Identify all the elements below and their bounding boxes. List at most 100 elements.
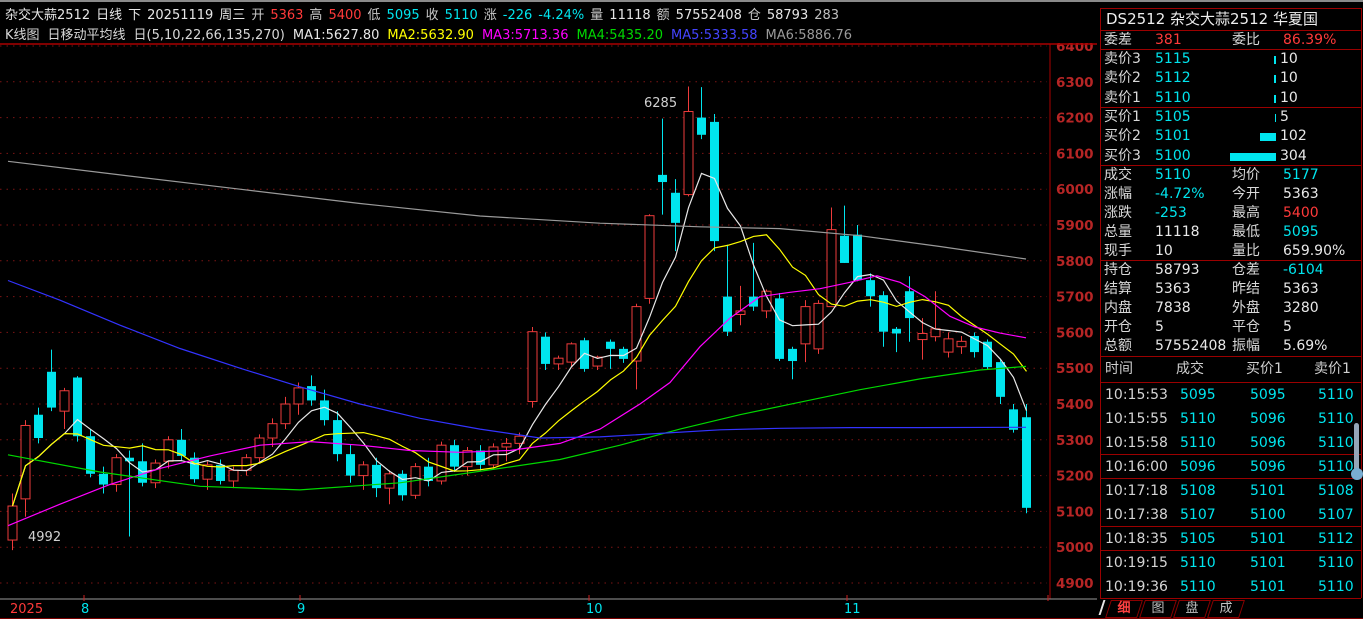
candle xyxy=(684,86,693,196)
stat-label: 涨跌 xyxy=(1104,204,1132,223)
tape-bid: 5095 xyxy=(1250,383,1286,407)
tape-row: 10:15:55511050965110 xyxy=(1100,407,1361,431)
order-book-row: 卖价1511010 xyxy=(1100,89,1361,108)
month-label: 10 xyxy=(586,602,603,617)
tape-price: 5096 xyxy=(1180,455,1216,479)
trading-terminal: 杂交大蒜2512日线下20251119周三开5363高5400低5095收511… xyxy=(0,0,1363,619)
stat-label: 结算 xyxy=(1104,280,1132,299)
book-level-label: 买价2 xyxy=(1104,127,1141,146)
price-tick-label: 5300 xyxy=(1056,433,1094,449)
kline-chart[interactable]: 6400630062006100600059005800570056005500… xyxy=(0,43,1100,619)
quote-segment: 杂交大蒜2512 xyxy=(5,8,90,23)
quote-segment: -226 xyxy=(503,8,533,23)
price-tick-label: 5400 xyxy=(1056,397,1094,413)
tape-price: 5095 xyxy=(1180,383,1216,407)
volume-bar xyxy=(1275,114,1276,122)
tape-time: 10:18:35 xyxy=(1105,527,1168,551)
book-volume: 304 xyxy=(1280,147,1307,166)
candle xyxy=(385,470,394,504)
stat-value: 5.69% xyxy=(1283,337,1327,356)
tab-chart[interactable]: 图 xyxy=(1139,600,1177,618)
tape-price: 5110 xyxy=(1180,407,1216,431)
order-book-row: 卖价2511210 xyxy=(1100,69,1361,88)
candle xyxy=(723,245,732,336)
quote-segment: 日线 xyxy=(96,8,122,23)
stat-value: -253 xyxy=(1155,204,1187,223)
ma-value-segment: MA3:5713.36 xyxy=(482,28,569,43)
price-tick-label: 4900 xyxy=(1056,576,1094,592)
stat-value: 3280 xyxy=(1283,299,1319,318)
tape-price: 5110 xyxy=(1180,575,1216,599)
book-volume: 5 xyxy=(1280,108,1289,127)
quote-segment: 11118 xyxy=(609,8,650,23)
tape-bid: 5096 xyxy=(1250,455,1286,479)
ma-value-segment: 日移动平均线 xyxy=(48,28,126,43)
candle xyxy=(606,340,615,369)
tape-ask: 5110 xyxy=(1318,431,1354,455)
ma-value-segment: K线图 xyxy=(5,28,40,43)
stat-label: 开仓 xyxy=(1104,318,1132,337)
stat-value: 7838 xyxy=(1155,299,1191,318)
stat-value: 5363 xyxy=(1155,280,1191,299)
stat-label: 内盘 xyxy=(1104,299,1132,318)
candle xyxy=(34,408,43,444)
tape-header-row: 时间 成交 买价1 卖价1 xyxy=(1100,357,1361,381)
contract-title[interactable]: DS2512 杂交大蒜2512 华夏国 xyxy=(1106,9,1360,29)
candle xyxy=(736,286,745,325)
candle xyxy=(814,300,823,354)
tape-scrollbar[interactable] xyxy=(1354,423,1359,471)
quote-segment: 周三 xyxy=(219,8,245,23)
tab-detail[interactable]: 细 xyxy=(1105,600,1143,618)
chart-annotation: 6285 xyxy=(644,96,677,111)
stat-value: 5110 xyxy=(1155,166,1191,185)
book-level-label: 买价3 xyxy=(1104,147,1141,166)
price-tick-label: 5800 xyxy=(1056,254,1094,270)
weibi-label: 委比 xyxy=(1232,31,1260,50)
tape-scrollbar-thumb[interactable] xyxy=(1351,468,1363,480)
candle xyxy=(697,87,706,139)
stat-label: 总额 xyxy=(1104,337,1132,356)
candle xyxy=(502,438,511,461)
year-label: 2025 xyxy=(10,602,43,617)
order-book-row: 买价151055 xyxy=(1100,108,1361,127)
stat-label: 仓差 xyxy=(1232,261,1260,280)
volume-bar xyxy=(1274,95,1276,103)
stat-value: 5400 xyxy=(1283,204,1319,223)
indicator-values-bar: K线图日移动平均线日(5,10,22,66,135,270)MA1:5627.8… xyxy=(5,24,860,41)
candle xyxy=(73,376,82,442)
stat-row: 现手10量比659.90% xyxy=(1100,242,1361,261)
candle xyxy=(190,452,199,482)
stat-value: 5 xyxy=(1283,318,1292,337)
stat-value: 659.90% xyxy=(1283,242,1345,261)
candle xyxy=(528,327,537,408)
kline-svg[interactable]: 6400630062006100600059005800570056005500… xyxy=(0,43,1100,619)
ma-value-segment: MA6:5886.76 xyxy=(766,28,853,43)
tab-trades[interactable]: 成 xyxy=(1207,600,1245,618)
book-level-label: 卖价2 xyxy=(1104,69,1141,88)
stat-label: 最低 xyxy=(1232,223,1260,242)
candle xyxy=(970,332,979,357)
tape-bid: 5100 xyxy=(1250,503,1286,527)
tab-bar-tick xyxy=(1099,600,1106,615)
tape-row: 10:18:35510551015112 xyxy=(1100,527,1361,551)
tab-depth[interactable]: 盘 xyxy=(1173,600,1211,618)
order-book-row: 卖价3511510 xyxy=(1100,50,1361,69)
month-label: 8 xyxy=(81,602,89,617)
tape-price: 5110 xyxy=(1180,431,1216,455)
weicha-value: 381 xyxy=(1155,31,1182,50)
quote-summary-bar: 杂交大蒜2512日线下20251119周三开5363高5400低5095收511… xyxy=(5,4,845,21)
book-price: 5105 xyxy=(1155,108,1191,127)
quote-segment: 仓 xyxy=(748,8,761,23)
candle xyxy=(346,445,355,483)
tape-price: 5105 xyxy=(1180,527,1216,551)
quote-segment: 5400 xyxy=(328,8,361,23)
tape-bid: 5096 xyxy=(1250,431,1286,455)
quote-segment: 下 xyxy=(128,8,141,23)
order-book-row: 买价25101102 xyxy=(1100,127,1361,146)
quote-segment: 量 xyxy=(590,8,603,23)
tape-bid: 5101 xyxy=(1250,527,1286,551)
book-price: 5110 xyxy=(1155,89,1191,108)
candle xyxy=(879,291,888,346)
stat-row: 涨跌-253最高5400 xyxy=(1100,204,1361,223)
book-volume: 10 xyxy=(1280,89,1298,108)
